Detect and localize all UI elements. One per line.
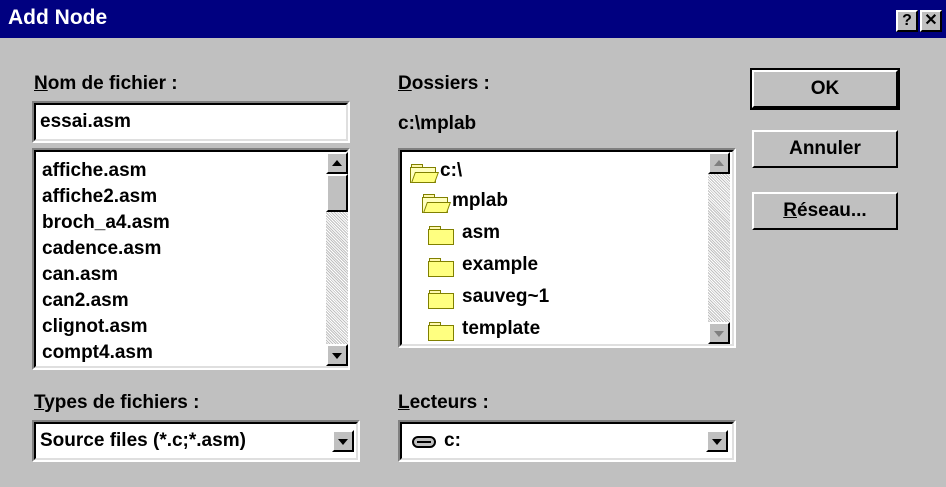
folder-tree-item[interactable]: sauveg~1 <box>400 286 700 312</box>
folder-tree-item[interactable]: template <box>400 318 700 344</box>
drive-icon <box>412 436 436 448</box>
folder-tree-item[interactable]: asm <box>400 222 700 248</box>
folder-tree[interactable]: c:\ mplab asm example sauveg~1 template <box>398 148 736 348</box>
add-node-dialog: Add Node ? ✕ Nom de fichier : essai.asm … <box>0 0 946 487</box>
file-types-select[interactable]: Source files (*.c;*.asm) <box>32 420 360 462</box>
title-bar[interactable]: Add Node ? ✕ <box>0 0 946 38</box>
file-item[interactable]: clignot.asm <box>42 314 148 340</box>
filename-input[interactable]: essai.asm <box>32 101 350 143</box>
folder-icon <box>428 322 454 341</box>
drives-select[interactable]: c: <box>398 420 736 462</box>
chevron-down-icon[interactable] <box>706 430 728 452</box>
scroll-down-arrow-icon[interactable] <box>326 344 348 366</box>
drives-label: Lecteurs : <box>398 392 489 413</box>
folders-label: Dossiers : <box>398 73 490 94</box>
folder-tree-item[interactable]: mplab <box>400 190 700 216</box>
network-button[interactable]: Réseau... <box>752 192 898 230</box>
filename-value: essai.asm <box>40 111 131 132</box>
file-item[interactable]: can2.asm <box>42 288 129 314</box>
file-types-label: Types de fichiers : <box>34 392 200 413</box>
file-item[interactable]: affiche.asm <box>42 158 147 184</box>
file-item[interactable]: broch_a4.asm <box>42 210 170 236</box>
scroll-thumb[interactable] <box>326 174 348 212</box>
file-list[interactable]: affiche.asm affiche2.asm broch_a4.asm ca… <box>32 148 350 370</box>
open-folder-icon <box>410 164 440 183</box>
help-button[interactable]: ? <box>896 10 918 32</box>
current-path: c:\mplab <box>398 113 477 134</box>
file-types-value: Source files (*.c;*.asm) <box>40 430 246 451</box>
folder-icon <box>428 226 454 245</box>
chevron-down-icon[interactable] <box>332 430 354 452</box>
file-item[interactable]: compt4.asm <box>42 340 153 366</box>
folder-icon <box>428 258 454 277</box>
file-item[interactable]: cadence.asm <box>42 236 161 262</box>
scroll-down-arrow-icon[interactable] <box>708 322 730 344</box>
close-button[interactable]: ✕ <box>920 10 942 32</box>
file-item[interactable]: can.asm <box>42 262 118 288</box>
scroll-up-arrow-icon[interactable] <box>708 152 730 174</box>
file-list-scrollbar[interactable] <box>326 152 348 366</box>
ok-button[interactable]: OK <box>750 68 900 110</box>
file-item[interactable]: affiche2.asm <box>42 184 157 210</box>
drives-value: c: <box>444 430 461 451</box>
folder-tree-scrollbar[interactable] <box>708 152 730 344</box>
folder-icon <box>428 290 454 309</box>
cancel-button[interactable]: Annuler <box>752 130 898 168</box>
folder-tree-item[interactable]: c:\ <box>400 160 700 186</box>
scroll-up-arrow-icon[interactable] <box>326 152 348 174</box>
folder-tree-item[interactable]: example <box>400 254 700 280</box>
open-folder-icon <box>422 194 452 213</box>
filename-label: Nom de fichier : <box>34 73 178 94</box>
window-title: Add Node <box>8 6 108 29</box>
